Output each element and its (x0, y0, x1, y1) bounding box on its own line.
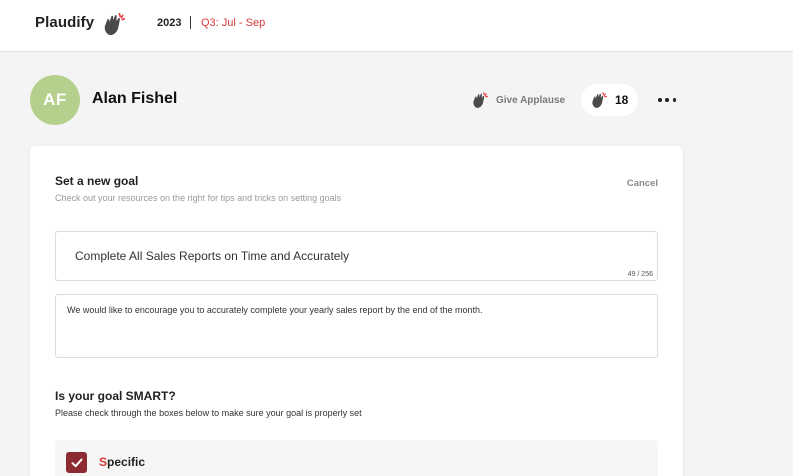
user-name: Alan Fishel (92, 90, 178, 107)
goal-form-card: Set a new goal Check out your resources … (30, 146, 683, 476)
form-title: Set a new goal (55, 174, 139, 188)
dot (665, 98, 669, 102)
goal-title-input[interactable]: Complete All Sales Reports on Time and A… (55, 231, 658, 281)
goal-description-textarea[interactable]: We would like to encourage you to accura… (55, 294, 658, 358)
brand-name[interactable]: Plaudify (35, 14, 94, 31)
smart-item-label: Specific (99, 455, 145, 469)
dot (672, 98, 676, 102)
specific-checkbox[interactable] (66, 452, 87, 473)
goal-description-value: We would like to encourage you to accura… (67, 305, 483, 315)
clap-icon (589, 90, 609, 110)
char-counter: 49 / 256 (627, 271, 653, 278)
clap-icon (470, 90, 490, 110)
more-options-icon[interactable] (655, 90, 679, 110)
smart-item-first-letter: S (99, 455, 108, 469)
applause-count-badge[interactable]: 18 (581, 84, 638, 116)
checkmark-icon (71, 458, 82, 467)
smart-item-rest: pecific (107, 455, 146, 469)
form-subtitle: Check out your resources on the right fo… (55, 193, 342, 203)
smart-item-specific[interactable]: Specific (55, 440, 658, 476)
give-applause-button[interactable]: Give Applause (470, 89, 565, 111)
smart-heading: Is your goal SMART? (55, 389, 176, 403)
smart-subtitle: Please check through the boxes below to … (55, 408, 362, 418)
avatar: AF (30, 75, 80, 125)
cancel-button[interactable]: Cancel (627, 178, 658, 189)
year-selector[interactable]: 2023 (157, 17, 181, 29)
dot (658, 98, 662, 102)
top-bar: Plaudify 2023 Q3: Jul - Sep (0, 0, 793, 52)
quarter-selector[interactable]: Q3: Jul - Sep (201, 17, 265, 29)
give-applause-label: Give Applause (496, 94, 566, 106)
applause-count: 18 (615, 93, 629, 107)
goal-title-value: Complete All Sales Reports on Time and A… (75, 249, 350, 263)
header-divider (190, 16, 191, 29)
clap-logo-icon (100, 10, 128, 38)
